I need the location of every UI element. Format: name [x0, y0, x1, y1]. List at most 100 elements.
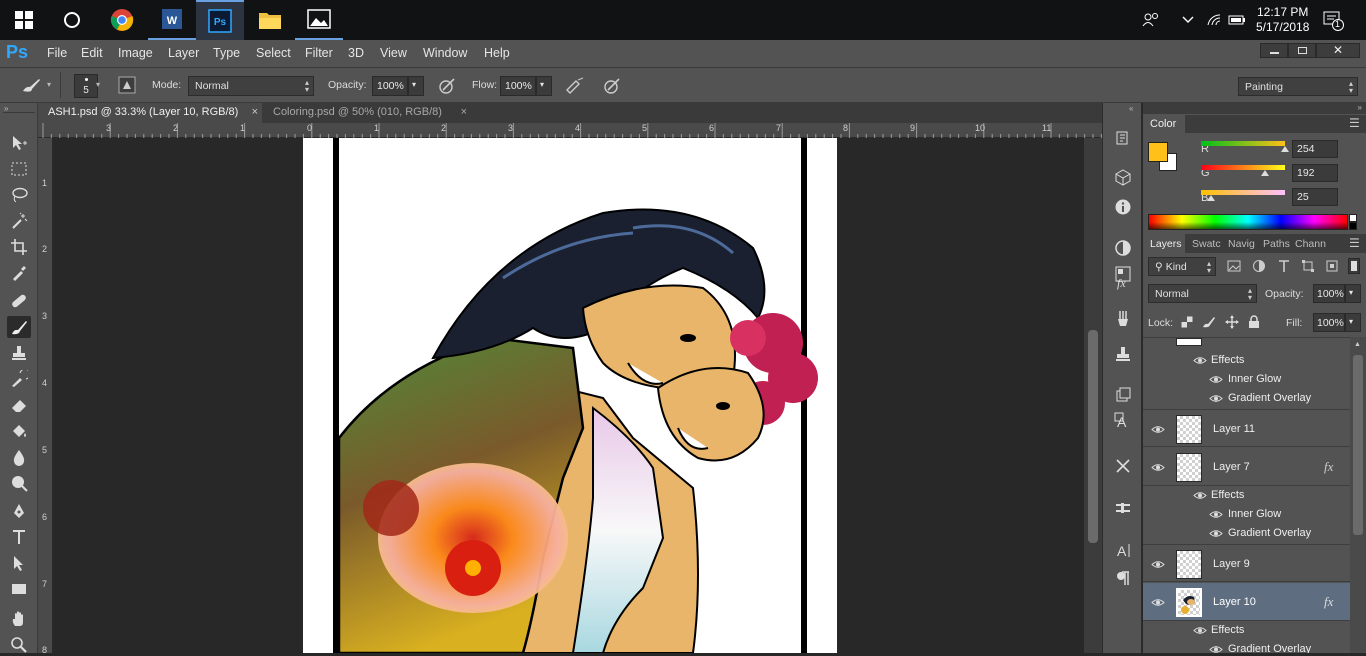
fx-icon[interactable]: fx — [1324, 594, 1333, 610]
menu-3d[interactable]: 3D — [348, 46, 364, 60]
opacity-dropdown-button[interactable]: ▾ — [408, 76, 424, 96]
brush-preset-icon[interactable] — [20, 76, 42, 97]
marquee-tool-icon[interactable] — [7, 158, 31, 180]
adjustment-filter-icon[interactable] — [1252, 259, 1266, 276]
eye-icon[interactable] — [1209, 394, 1223, 403]
menu-select[interactable]: Select — [256, 46, 291, 60]
type-tool-icon[interactable] — [7, 526, 31, 548]
layer-opacity-dropdown-button[interactable]: ▾ — [1345, 284, 1361, 303]
scrollbar-thumb[interactable] — [1353, 355, 1363, 535]
character-styles-icon[interactable]: A — [1113, 540, 1133, 560]
filter-toggle-switch[interactable] — [1348, 258, 1360, 274]
info-panel-icon[interactable] — [1113, 197, 1133, 217]
menu-view[interactable]: View — [380, 46, 407, 60]
effect-row-gradient-overlay[interactable]: Gradient Overlay — [1143, 640, 1350, 653]
eye-icon[interactable] — [1193, 356, 1207, 365]
brush-size-field[interactable]: 5 — [74, 74, 98, 98]
effects-row[interactable]: Effects — [1143, 351, 1350, 370]
lock-all-icon[interactable] — [1248, 315, 1260, 332]
lock-position-icon[interactable] — [1225, 315, 1239, 332]
history-brush-tool-icon[interactable] — [7, 368, 31, 390]
layer-row-layer-10[interactable]: Layer 10 fx — [1143, 583, 1350, 621]
shape-filter-icon[interactable] — [1301, 259, 1315, 276]
brush-panel-toggle-icon[interactable] — [118, 76, 136, 97]
collapse-arrows-icon[interactable]: » — [1358, 103, 1362, 112]
pressure-size-icon[interactable] — [602, 77, 622, 98]
eye-icon[interactable] — [1151, 425, 1165, 434]
blue-value-field[interactable]: 25 — [1292, 188, 1338, 206]
eye-icon[interactable] — [1209, 510, 1223, 519]
eye-icon[interactable] — [1151, 598, 1165, 607]
layer-row-layer-11[interactable]: Layer 11 — [1143, 409, 1350, 447]
menu-window[interactable]: Window — [423, 46, 467, 60]
red-slider-handle[interactable] — [1281, 146, 1289, 152]
word-icon[interactable]: W — [148, 0, 196, 40]
minimize-button[interactable] — [1260, 43, 1288, 58]
photoshop-taskbar-icon[interactable]: Ps — [196, 0, 244, 40]
menu-type[interactable]: Type — [213, 46, 240, 60]
black-swatch[interactable] — [1349, 222, 1357, 230]
effect-row-gradient-overlay[interactable]: Gradient Overlay — [1143, 524, 1350, 543]
close-tab-icon[interactable]: × — [252, 106, 258, 118]
swatches-tab[interactable]: Swatc — [1192, 238, 1221, 250]
opacity-field[interactable]: 100% — [372, 76, 408, 96]
eye-icon[interactable] — [1209, 529, 1223, 538]
pixel-filter-icon[interactable] — [1227, 259, 1241, 276]
blue-slider-handle[interactable] — [1207, 195, 1215, 201]
eye-icon[interactable] — [1209, 375, 1223, 384]
crop-tool-icon[interactable] — [7, 236, 31, 258]
layer-comps-panel-icon[interactable] — [1113, 385, 1133, 405]
red-slider[interactable] — [1201, 141, 1285, 146]
wifi-icon[interactable] — [1206, 0, 1222, 40]
adjustments-panel-icon[interactable] — [1113, 238, 1133, 258]
effects-row[interactable]: Effects — [1143, 486, 1350, 505]
battery-icon[interactable] — [1228, 0, 1246, 40]
hand-tool-icon[interactable] — [7, 608, 31, 630]
paragraph-panel-icon[interactable] — [1113, 568, 1133, 588]
chevron-down-icon[interactable]: ▾ — [96, 80, 100, 89]
eyedropper-tool-icon[interactable] — [7, 262, 31, 284]
cortana-search-button[interactable] — [48, 0, 96, 40]
doc-tab-coloring[interactable]: Coloring.psd @ 50% (010, RGB/8) × — [263, 103, 471, 123]
workspace-dropdown[interactable]: Painting ▴ ▾ — [1238, 77, 1358, 96]
navigator-tab[interactable]: Navig — [1228, 238, 1255, 250]
eraser-tool-icon[interactable] — [7, 394, 31, 416]
path-selection-tool-icon[interactable] — [7, 552, 31, 574]
chrome-icon[interactable] — [98, 0, 146, 40]
close-tab-icon[interactable]: × — [461, 106, 467, 118]
green-slider-handle[interactable] — [1261, 170, 1269, 176]
clone-stamp-tool-icon[interactable] — [7, 342, 31, 364]
foreground-color-swatch[interactable] — [1148, 142, 1168, 162]
flow-dropdown-button[interactable]: ▾ — [536, 76, 552, 96]
paths-tab[interactable]: Paths — [1263, 238, 1290, 250]
fx-panel-icon[interactable]: fx — [1113, 272, 1133, 292]
timeline-panel-icon[interactable] — [1113, 498, 1133, 518]
windows-start-button[interactable] — [0, 0, 48, 40]
effect-row-gradient-overlay[interactable]: Gradient Overlay — [1143, 389, 1350, 408]
clock[interactable]: 12:17 PM 5/17/2018 — [1256, 0, 1309, 40]
layer-blend-mode-dropdown[interactable]: Normal ▴ ▾ — [1148, 284, 1257, 303]
effects-row[interactable]: Effects — [1143, 621, 1350, 640]
red-value-field[interactable]: 254 — [1292, 140, 1338, 158]
restore-button[interactable] — [1288, 43, 1316, 58]
brush-presets-panel-icon[interactable] — [1113, 308, 1133, 328]
menu-layer[interactable]: Layer — [168, 46, 199, 60]
layer-opacity-field[interactable]: 100% — [1313, 284, 1345, 303]
airbrush-icon[interactable] — [564, 77, 586, 98]
dodge-tool-icon[interactable] — [7, 472, 31, 494]
pressure-opacity-icon[interactable] — [437, 77, 457, 98]
fill-field[interactable]: 100% — [1313, 313, 1345, 332]
smart-object-filter-icon[interactable] — [1325, 259, 1339, 276]
effect-row-inner-glow[interactable]: Inner Glow — [1143, 505, 1350, 524]
white-swatch[interactable] — [1349, 214, 1357, 222]
brush-tool-icon[interactable] — [7, 316, 31, 338]
green-slider[interactable] — [1201, 165, 1285, 170]
close-button[interactable]: ✕ — [1316, 43, 1360, 58]
clone-source-panel-icon[interactable] — [1113, 344, 1133, 364]
layer-row-layer-7[interactable]: Layer 7 fx — [1143, 448, 1350, 486]
eye-icon[interactable] — [1151, 463, 1165, 472]
lasso-tool-icon[interactable] — [7, 184, 31, 206]
fx-icon[interactable]: fx — [1324, 459, 1333, 475]
menu-edit[interactable]: Edit — [81, 46, 103, 60]
photos-icon[interactable] — [295, 0, 343, 40]
